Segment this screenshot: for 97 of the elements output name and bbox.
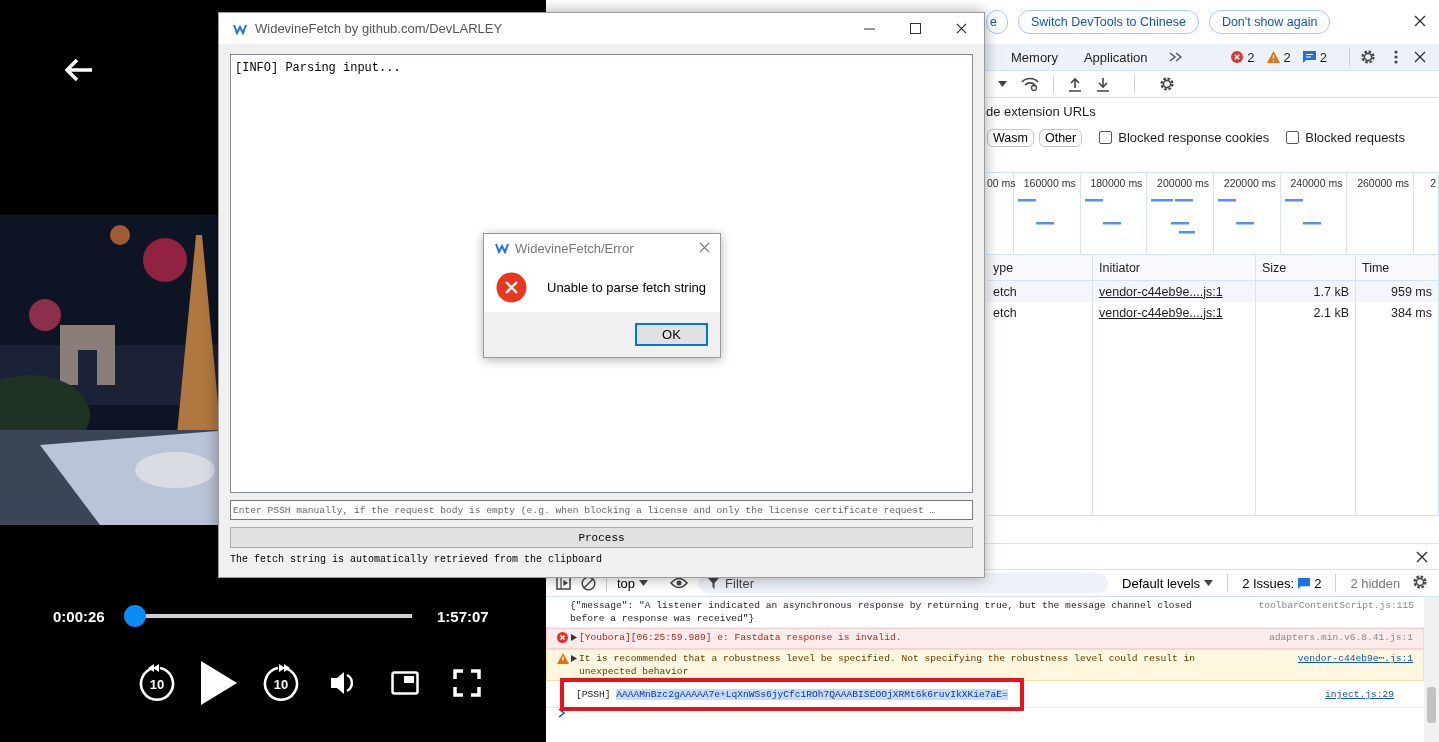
app-logo-icon: [233, 22, 247, 35]
type-filter-chip[interactable]: Other: [1038, 128, 1083, 147]
column-header[interactable]: ype: [993, 260, 1014, 275]
timeline-tick: 260000 ms: [1357, 177, 1410, 189]
context-dropdown[interactable]: top: [617, 575, 649, 591]
console-message: [Youbora][06:25:59.989] e: Fastdata response is invalid.: [579, 631, 903, 644]
window-title: WidevineFetch by github.com/DevLARLEY: [255, 21, 503, 36]
prompt-chevron-icon[interactable]: [558, 708, 565, 718]
banner-button[interactable]: e: [986, 10, 1008, 34]
source-link[interactable]: inject.js:29: [1314, 688, 1394, 701]
message-icon: [1302, 51, 1316, 63]
request-bars-drawing: [1151, 199, 1198, 235]
error-icon: [1231, 51, 1244, 63]
settings-icon[interactable]: [1159, 76, 1175, 92]
more-options-icon[interactable]: [1394, 50, 1398, 64]
filter-option-label: de extension URLs: [986, 104, 1096, 119]
warning-count[interactable]: 2: [1283, 49, 1291, 65]
warning-icon: [557, 653, 569, 664]
duration-time: 1:57:07: [437, 607, 490, 625]
close-icon[interactable]: [1416, 550, 1428, 563]
forward-button[interactable]: 10: [262, 664, 300, 702]
sidebar-icon[interactable]: [556, 576, 571, 590]
minimize-icon[interactable]: [863, 27, 875, 30]
error-icon: [496, 271, 527, 303]
table-cell: etch: [993, 284, 1017, 299]
maximize-icon[interactable]: [909, 23, 921, 34]
slider-thumb[interactable]: [124, 605, 147, 627]
error-count[interactable]: 2: [1247, 49, 1255, 65]
console-message: It is recommended that a robustness level be specified. Not specifying the robustness level could result in unexpected behavior: [579, 652, 1197, 678]
checkbox[interactable]: [1099, 131, 1113, 144]
column-header[interactable]: Time: [1362, 260, 1390, 275]
issues-button[interactable]: 2 Issues: 2: [1242, 575, 1322, 591]
timeline-tick: 220000 ms: [1223, 177, 1276, 189]
table-cell: 959 ms: [1391, 284, 1432, 299]
rewind-button[interactable]: 10: [138, 664, 176, 702]
table-cell: 1.7 kB: [1313, 284, 1349, 299]
panel-tab[interactable]: Application: [1070, 44, 1161, 70]
column-header[interactable]: Size: [1262, 260, 1287, 275]
table-cell: 384 ms: [1391, 305, 1432, 320]
picture-in-picture-icon[interactable]: [391, 671, 419, 695]
initiator-link[interactable]: vendor-c44eb9e....js:1: [1099, 305, 1223, 320]
expand-arrow-icon[interactable]: [571, 655, 577, 662]
upload-icon[interactable]: [1068, 76, 1082, 92]
caret-icon: [639, 580, 649, 586]
play-icon[interactable]: [200, 660, 238, 706]
panel-tab[interactable]: Memory: [998, 44, 1071, 70]
banner-button[interactable]: Switch DevTools to Chinese: [1017, 10, 1199, 34]
checkbox-label: Blocked response cookies: [1118, 130, 1270, 145]
elapsed-time: 0:00:26: [53, 607, 106, 625]
eye-icon[interactable]: [670, 577, 689, 589]
more-tabs-icon[interactable]: [1168, 52, 1183, 62]
warning-icon: [1266, 51, 1280, 63]
info-count[interactable]: 2: [1319, 49, 1327, 65]
pssh-input-field[interactable]: Enter PSSH manually, if the request body is empty (e.g. when blocking a license and only the license certificate request …: [230, 500, 973, 520]
source-link[interactable]: vendor-c44eb9e⋯.js:1: [1287, 652, 1413, 665]
error-icon: [557, 632, 568, 643]
seek-slider[interactable]: [123, 605, 412, 627]
dialog-title: WidevineFetch/Error: [515, 240, 634, 256]
timeline-tick: 160000 ms: [1023, 177, 1076, 189]
network-conditions-icon[interactable]: [1021, 77, 1039, 91]
caret-icon: [1204, 580, 1214, 586]
scrollbar[interactable]: [1424, 597, 1439, 742]
message-icon: [1298, 577, 1311, 589]
timeline-tick: 240000 ms: [1290, 177, 1343, 189]
download-icon[interactable]: [1096, 76, 1110, 92]
source-label: toolbarContentScript.js:115: [1257, 599, 1414, 612]
back-arrow-icon[interactable]: [65, 58, 93, 82]
timeline-tick: 00 ms: [987, 177, 1016, 189]
column-header[interactable]: Initiator: [1099, 260, 1140, 275]
process-button[interactable]: Process: [230, 527, 973, 548]
dropdown-caret-icon[interactable]: [998, 81, 1007, 87]
log-levels-dropdown[interactable]: Default levels: [1122, 575, 1214, 591]
type-filter-chip[interactable]: Wasm: [987, 128, 1034, 147]
error-message: Unable to parse fetch string: [547, 279, 706, 295]
expand-arrow-icon[interactable]: [571, 634, 577, 641]
timeline-tick: 2: [1430, 177, 1436, 189]
timeline-tick: 180000 ms: [1090, 177, 1143, 189]
banner-button[interactable]: Don't show again: [1208, 10, 1331, 34]
ok-button[interactable]: OK: [635, 323, 708, 346]
close-icon[interactable]: [1414, 51, 1426, 63]
status-text: The fetch string is automatically retrieved from the clipboard: [230, 554, 604, 565]
fullscreen-icon[interactable]: [453, 669, 481, 697]
console-message: [PSSH] AAAAMnBzc2gAAAAA7e+LqXnWSs6jyCfc1ROh7QAAABISEOOjXRMt6k6ruvIkXKie7aE=: [576, 689, 1008, 700]
checkbox[interactable]: [1286, 131, 1300, 144]
close-icon[interactable]: [1414, 14, 1426, 27]
clear-console-icon[interactable]: [581, 575, 596, 591]
source-label: adapters.min.v6.8.41.js:1: [1268, 631, 1413, 644]
hidden-count: 2 hidden: [1350, 575, 1401, 591]
settings-icon[interactable]: [1412, 573, 1428, 590]
console-message: {"message": "A listener indicated an asynchronous response by returning true, but the message channel closed before a response was received"}: [570, 599, 1193, 625]
close-icon[interactable]: [955, 23, 967, 34]
table-cell: etch: [993, 305, 1017, 320]
settings-icon[interactable]: [1360, 49, 1376, 65]
table-cell: 2.1 kB: [1313, 305, 1349, 320]
checkbox-label: Blocked requests: [1305, 130, 1405, 145]
app-logo-icon: [495, 242, 509, 254]
timeline-tick: 200000 ms: [1157, 177, 1210, 189]
